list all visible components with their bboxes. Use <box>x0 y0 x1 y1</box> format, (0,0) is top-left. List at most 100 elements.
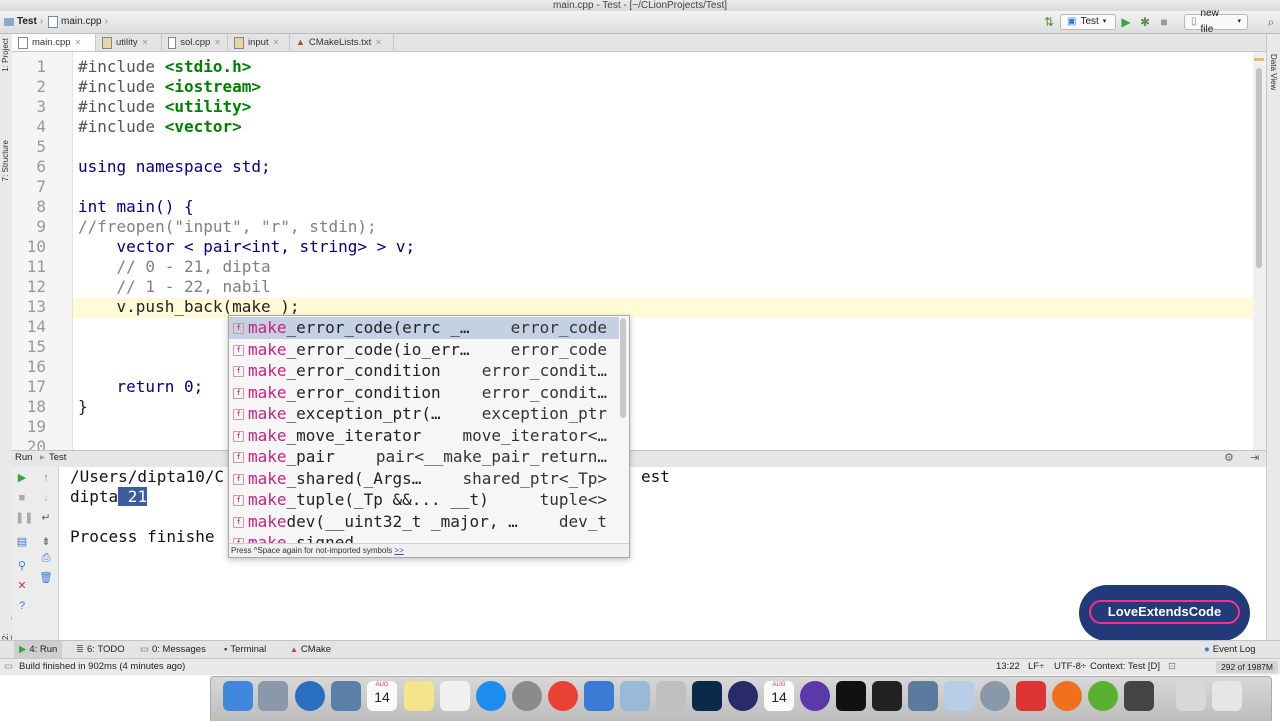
close-icon[interactable]: ✕ <box>375 34 382 51</box>
clion-icon[interactable] <box>836 681 866 711</box>
notes-icon[interactable] <box>404 681 434 711</box>
scroll-to-end-icon[interactable]: ⇟ <box>39 535 53 549</box>
stop-icon[interactable]: ■ <box>1157 15 1171 29</box>
file-encoding[interactable]: UTF-8÷ <box>1054 659 1086 675</box>
finder-icon[interactable] <box>908 681 938 711</box>
system-preferences-icon[interactable] <box>512 681 542 711</box>
tool-tab-cmake[interactable]: ▲ CMake <box>290 641 331 658</box>
return-type: shared_ptr<_Tp> <box>462 468 608 488</box>
soft-wrap-icon[interactable]: ↵ <box>39 511 53 525</box>
memory-indicator[interactable]: 292 of 1987M <box>1216 661 1278 673</box>
utorrent-icon[interactable] <box>1088 681 1118 711</box>
close-icon[interactable]: ✕ <box>214 34 221 51</box>
firefox-icon[interactable] <box>1052 681 1082 711</box>
launchpad-icon[interactable] <box>258 681 288 711</box>
intellij-icon[interactable] <box>872 681 902 711</box>
autocomplete-more-link[interactable]: >> <box>394 546 403 555</box>
breadcrumb-file[interactable]: main.cpp › <box>48 15 108 29</box>
tool-tab-run[interactable]: ▶ 4: Run <box>14 641 63 658</box>
data-view-tool-tab[interactable]: Data View <box>1269 54 1278 90</box>
project-tool-tab[interactable]: 1: Project <box>1 38 10 72</box>
trash-icon[interactable] <box>1212 681 1242 711</box>
calendar-icon[interactable]: AUG 14 <box>764 681 794 711</box>
return-type: error_code <box>510 339 607 359</box>
search-icon[interactable]: ⌕ <box>1264 15 1278 29</box>
tool-tab-todo[interactable]: ≣ 6: TODO <box>76 641 125 658</box>
lock-icon[interactable]: ⊡ <box>1168 659 1176 675</box>
run-icon[interactable]: ▶ <box>1119 15 1133 29</box>
photo-booth-icon[interactable] <box>656 681 686 711</box>
close-icon[interactable]: ✕ <box>75 34 82 51</box>
finder-icon[interactable] <box>223 681 253 711</box>
autocomplete-item[interactable]: f make_error_code(errc _… error_code <box>229 317 619 339</box>
code-line: //freopen("input", "r", stdin); <box>78 217 377 237</box>
run-config-select[interactable]: ▣ Test ▾ <box>1060 14 1116 30</box>
app-store-icon[interactable] <box>476 681 506 711</box>
structure-tool-tab[interactable]: 7: Structure <box>1 140 10 181</box>
new-file-button[interactable]: ▯ new file ▾ <box>1184 8 1248 35</box>
flashcards-icon[interactable] <box>1016 681 1046 711</box>
virtualbox-icon[interactable] <box>944 681 974 711</box>
pause-icon[interactable]: ❚❚ <box>15 511 33 525</box>
sublime-text-icon[interactable] <box>1124 681 1154 711</box>
trash-icon[interactable]: 🗑 <box>39 571 53 585</box>
breadcrumb-project[interactable]: Test › <box>4 15 43 29</box>
function-icon: f <box>233 387 244 399</box>
downloads-icon[interactable] <box>1176 681 1206 711</box>
autocomplete-item[interactable]: f make_error_condition error_condit… <box>229 360 619 382</box>
caret-position[interactable]: 13:22 <box>996 659 1020 675</box>
hide-panel-icon[interactable]: ⇥ <box>1250 451 1259 464</box>
tab-input[interactable]: input ✕ <box>228 34 290 51</box>
tool-tab-messages[interactable]: ▭ 0: Messages <box>140 641 206 658</box>
resolve-context[interactable]: Context: Test [D] <box>1090 659 1160 675</box>
audacity-icon[interactable] <box>728 681 758 711</box>
preview-icon[interactable] <box>331 681 361 711</box>
scroll-up-icon[interactable]: ↑ <box>39 471 53 485</box>
build-icon[interactable]: ⇅ <box>1042 15 1056 29</box>
photoshop-icon[interactable] <box>692 681 722 711</box>
rerun-icon[interactable]: ▶ <box>15 471 29 485</box>
hyper-icon[interactable] <box>800 681 830 711</box>
settings-icon[interactable]: ⚙ <box>1224 451 1234 464</box>
pin-icon[interactable]: ⚲ <box>15 559 29 573</box>
calendar-icon[interactable]: AUG 14 <box>367 681 397 711</box>
layout-icon[interactable]: ▤ <box>15 535 29 549</box>
autocomplete-item[interactable]: f make_tuple(_Tp &&... __t) tuple<> <box>229 489 619 511</box>
editor-scrollbar[interactable] <box>1253 52 1266 450</box>
line-separator[interactable]: LF÷ <box>1028 659 1044 675</box>
close-icon[interactable]: ✕ <box>142 34 149 51</box>
tab-main-cpp[interactable]: main.cpp ✕ <box>12 34 96 51</box>
safari-icon[interactable] <box>295 681 325 711</box>
tool-tab-terminal[interactable]: ▪ Terminal <box>224 641 266 658</box>
autocomplete-scrollbar[interactable] <box>620 318 626 418</box>
event-log-button[interactable]: ● Event Log <box>1204 641 1256 658</box>
line-number: 6 <box>36 157 46 176</box>
help-icon[interactable]: ? <box>15 599 29 613</box>
reminders-icon[interactable] <box>440 681 470 711</box>
stop-icon[interactable]: ■ <box>15 491 29 505</box>
utility-icon[interactable] <box>980 681 1010 711</box>
close-icon[interactable]: ✕ <box>273 34 280 51</box>
close-icon[interactable]: ✕ <box>15 579 29 593</box>
autocomplete-popup[interactable]: f make_error_code(errc _… error_code f make_… <box>228 315 630 558</box>
scroll-down-icon[interactable]: ↓ <box>39 491 53 505</box>
tab-cmakelists[interactable]: ▲ CMakeLists.txt ✕ <box>290 34 394 51</box>
autocomplete-item[interactable]: f make_pair pair<__make_pair_return… <box>229 446 619 468</box>
editor-scrollbar-thumb[interactable] <box>1256 68 1262 268</box>
chrome-icon[interactable] <box>548 681 578 711</box>
debug-icon[interactable]: ✱ <box>1138 15 1152 29</box>
autocomplete-item[interactable]: f make_shared(_Args… shared_ptr<_Tp> <box>229 468 619 490</box>
code-text: // 0 - 21, dipta <box>78 257 271 276</box>
right-tool-strip: Data View <box>1266 34 1280 640</box>
tab-utility[interactable]: utility ✕ <box>96 34 162 51</box>
autocomplete-item[interactable]: f make_error_code(io_err… error_code <box>229 339 619 361</box>
print-icon[interactable]: ⎙ <box>39 551 53 565</box>
autocomplete-item[interactable]: f make_move_iterator move_iterator<… <box>229 425 619 447</box>
tab-sol-cpp[interactable]: sol.cpp ✕ <box>162 34 228 51</box>
xcode-icon[interactable] <box>620 681 650 711</box>
autocomplete-item[interactable]: f makedev(__uint32_t _major, … dev_t <box>229 511 619 533</box>
screen-recorder-icon[interactable] <box>584 681 614 711</box>
autocomplete-item[interactable]: f make_exception_ptr(… exception_ptr <box>229 403 619 425</box>
run-config-label[interactable]: Test <box>49 452 66 463</box>
autocomplete-item[interactable]: f make_error_condition error_condit… <box>229 382 619 404</box>
